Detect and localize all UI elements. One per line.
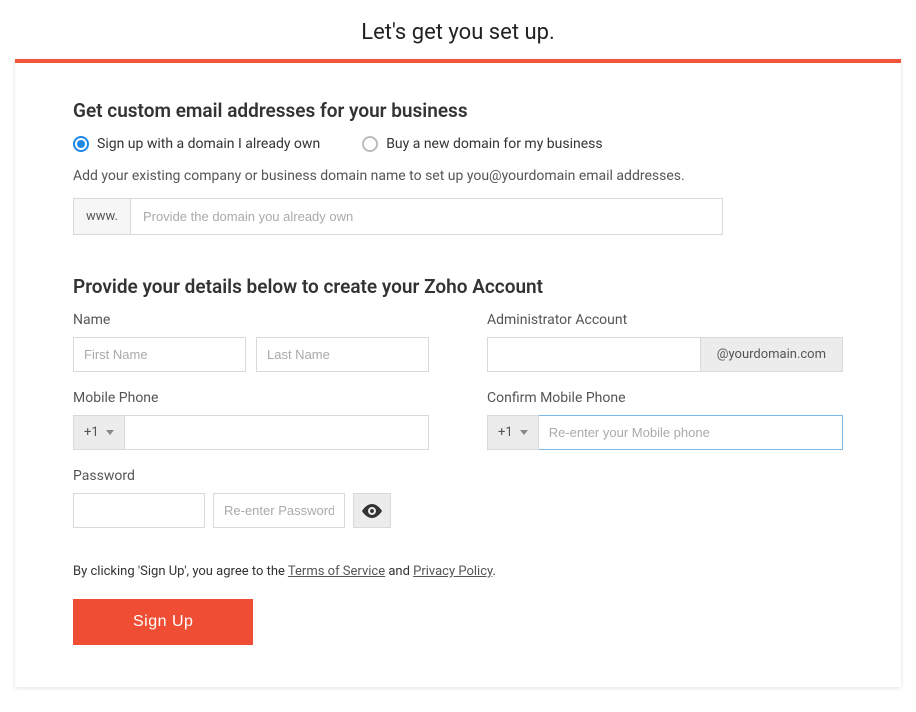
country-code-select[interactable]: +1 — [73, 415, 125, 450]
confirm-country-code-value: +1 — [498, 425, 513, 440]
country-code-value: +1 — [84, 425, 99, 440]
last-name-input[interactable] — [256, 337, 429, 372]
confirm-country-code-select[interactable]: +1 — [487, 415, 539, 450]
signup-button[interactable]: Sign Up — [73, 599, 253, 645]
chevron-down-icon — [106, 430, 114, 435]
first-name-input[interactable] — [73, 337, 246, 372]
admin-label: Administrator Account — [487, 312, 843, 328]
radio-own-label: Sign up with a domain I already own — [97, 136, 320, 152]
show-password-button[interactable] — [353, 493, 391, 528]
admin-field: Administrator Account @yourdomain.com — [487, 312, 843, 372]
domain-prefix-label: www. — [74, 199, 131, 234]
radio-buy-domain[interactable]: Buy a new domain for my business — [362, 136, 602, 152]
confirm-mobile-label: Confirm Mobile Phone — [487, 390, 843, 406]
mobile-label: Mobile Phone — [73, 390, 429, 406]
admin-username-input[interactable] — [487, 337, 701, 372]
radio-buy-label: Buy a new domain for my business — [386, 136, 602, 152]
domain-input[interactable] — [131, 199, 722, 234]
domain-helper-text: Add your existing company or business do… — [73, 168, 843, 184]
radio-own-domain[interactable]: Sign up with a domain I already own — [73, 136, 320, 152]
terms-text: By clicking 'Sign Up', you agree to the … — [73, 564, 843, 579]
name-field: Name — [73, 312, 429, 372]
signup-card: Get custom email addresses for your busi… — [15, 59, 901, 687]
mobile-field: Mobile Phone +1 — [73, 390, 429, 450]
radio-icon-selected — [73, 136, 89, 152]
reenter-password-input[interactable] — [213, 493, 345, 528]
terms-of-service-link[interactable]: Terms of Service — [288, 564, 385, 579]
domain-input-group: www. — [73, 198, 723, 235]
radio-icon-unselected — [362, 136, 378, 152]
password-input[interactable] — [73, 493, 205, 528]
password-label: Password — [73, 468, 429, 484]
page-title: Let's get you set up. — [15, 20, 901, 45]
details-heading: Provide your details below to create you… — [73, 275, 843, 298]
confirm-mobile-input[interactable] — [539, 415, 843, 450]
page-container: Let's get you set up. Get custom email a… — [0, 0, 916, 712]
name-label: Name — [73, 312, 429, 328]
admin-domain-suffix: @yourdomain.com — [701, 337, 843, 372]
domain-radio-group: Sign up with a domain I already own Buy … — [73, 136, 843, 152]
confirm-mobile-field: Confirm Mobile Phone +1 — [487, 390, 843, 450]
domain-heading: Get custom email addresses for your busi… — [73, 99, 843, 122]
chevron-down-icon — [520, 430, 528, 435]
privacy-policy-link[interactable]: Privacy Policy — [413, 564, 492, 579]
eye-icon — [362, 504, 382, 518]
password-field: Password — [73, 468, 429, 528]
mobile-input[interactable] — [125, 415, 429, 450]
